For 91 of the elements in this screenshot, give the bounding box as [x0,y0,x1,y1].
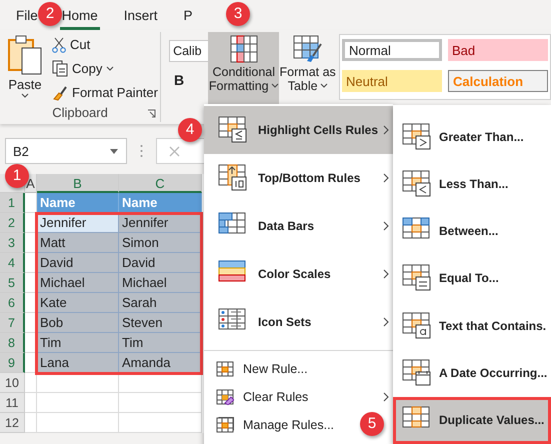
caret-icon [270,82,279,88]
menu-item[interactable]: Clear Rules [204,383,393,411]
table-cell: Tim [37,333,119,353]
clear-rules-icon [216,389,234,405]
grid-icon [230,35,258,63]
menu-item[interactable]: Less Than... [393,160,551,208]
menu-item[interactable]: Between... [393,208,551,255]
caret-icon [320,82,328,88]
step-badge: 3 [226,2,250,26]
paste-button[interactable]: Paste [0,32,50,103]
table-cell: Michael [119,273,202,293]
menu-item[interactable]: A Date Occurring... [393,349,551,397]
menu-item[interactable]: Duplicate Values... [393,396,551,444]
row-header[interactable]: 4 [0,253,25,273]
row-header[interactable]: 2 [0,213,25,233]
table-cell: Michael [37,273,119,293]
menu-item[interactable]: Color Scales [204,250,393,298]
table-cell: Matt [37,233,119,253]
table-header-cell: Name [37,193,119,213]
paintbrush-icon [52,84,68,100]
ribbon-tab[interactable]: P [182,0,195,30]
row-header[interactable]: 9 [0,353,25,373]
drag-handle-icon[interactable] [140,144,143,158]
top-bottom-icon [218,164,248,192]
cell-style[interactable]: Neutral [342,70,442,92]
row-header[interactable]: 10 [0,373,25,393]
row-header[interactable]: 5 [0,273,25,293]
cancel-icon[interactable] [169,146,180,156]
column-header[interactable]: B [37,174,119,193]
menu-item[interactable]: Icon Sets [204,298,393,346]
copy-button[interactable]: Copy [50,58,160,79]
cut-button[interactable]: Cut [50,34,160,55]
row-header[interactable]: 8 [0,333,25,353]
table-cell: Lana [37,353,119,373]
row-header[interactable]: 11 [0,393,25,413]
row-header[interactable]: 6 [0,293,25,313]
clipboard-icon [7,34,43,76]
menu-item[interactable]: Highlight Cells Rules [204,106,393,154]
ribbon-tab[interactable]: Insert [122,0,160,30]
table-cell: Kate [37,293,119,313]
menu-item[interactable]: Manage Rules... [204,411,342,439]
table-brush-icon [292,35,323,63]
menu-item[interactable]: Data Bars [204,202,393,250]
dialog-launcher-icon[interactable] [147,109,156,118]
step-badge: 2 [38,2,62,26]
greater-than-icon [402,122,432,151]
row-header[interactable]: 3 [0,233,25,253]
ribbon-tab[interactable]: File [14,0,40,30]
less-than-icon [402,170,432,198]
row-header[interactable]: 7 [0,313,25,333]
menu-item[interactable]: Top/Bottom Rules [204,154,393,202]
table-cell: Amanda [119,353,202,373]
manage-rules-icon [216,417,234,433]
table-header-cell: Name [119,193,202,213]
font-name-field[interactable]: Calib [169,40,208,62]
menu-item[interactable]: New Rule... [204,355,316,383]
table-cell [25,373,37,393]
copy-icon [52,60,68,77]
cell-style[interactable]: Normal [342,39,442,61]
bold-button[interactable]: B [169,72,190,88]
format-as-table-button[interactable]: Format as Table [279,32,336,104]
caret-icon [106,66,114,71]
table-cell: Sarah [119,293,202,313]
table-cell: Steven [119,313,202,333]
table-cell [25,413,37,433]
table-cell: Bob [37,313,119,333]
text-contains-icon [402,312,432,340]
row-header[interactable]: 12 [0,413,25,433]
caret-icon [21,93,29,98]
menu-item[interactable]: Equal To... [393,254,551,302]
dropdown-icon [110,148,118,154]
row-header[interactable]: 1 [0,193,25,213]
name-box[interactable]: B2 [5,138,127,164]
table-cell: David [37,253,119,273]
menu-item[interactable]: Greater Than... [393,113,551,160]
step-badge: 4 [178,118,202,142]
cell-style[interactable]: Bad [448,39,548,61]
column-header[interactable]: C [119,174,202,193]
conditional-formatting-button[interactable]: Conditional Formatting [208,32,280,104]
table-cell: Simon [119,233,202,253]
group-label: Clipboard [52,105,108,120]
menu-item[interactable]: Text that Contains. [393,302,551,350]
highlight-rules-icon [218,116,248,144]
equal-to-icon [402,264,432,292]
new-rule-icon [216,361,234,377]
calendar-grid-icon [402,358,432,387]
table-cell [25,393,37,413]
scissors-icon [52,36,66,52]
table-cell: Tim [119,333,202,353]
table-cell: David [119,253,202,273]
format-painter-button[interactable]: Format Painter [50,82,160,103]
